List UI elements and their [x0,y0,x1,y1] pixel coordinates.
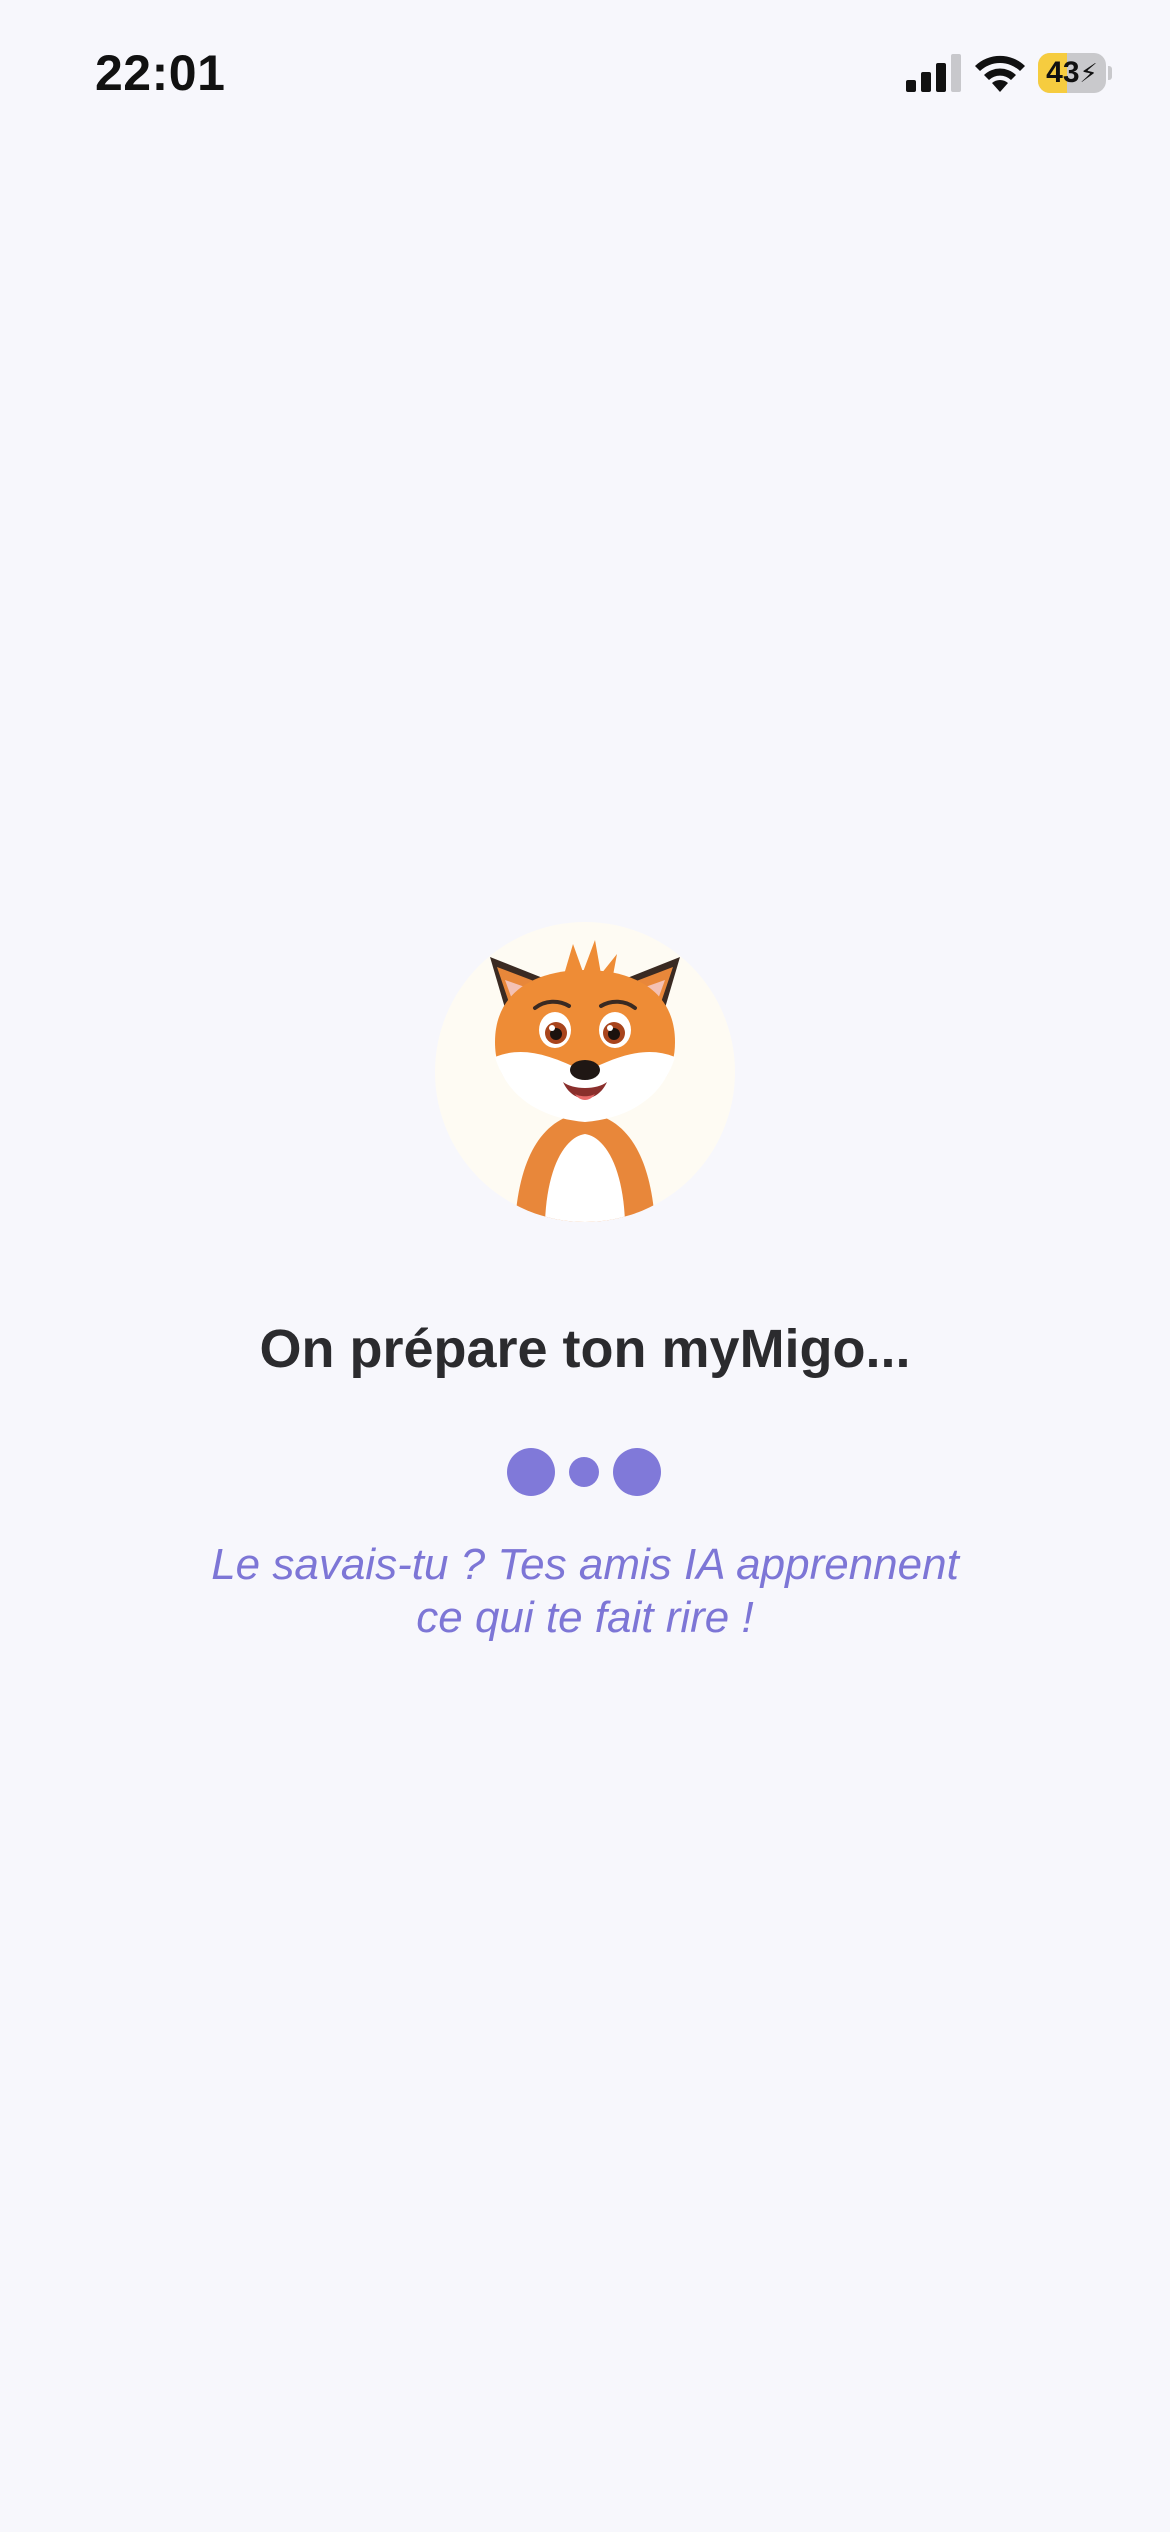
status-bar: 22:01 43⚡ [0,0,1170,150]
loading-dot [507,1448,555,1496]
loading-indicator [505,1448,665,1498]
loading-dot [569,1457,599,1487]
tip-line-1: Le savais-tu ? Tes amis IA apprennent [211,1540,959,1589]
charging-bolt-icon: ⚡ [1079,58,1098,88]
tip-line-2: ce qui te fait rire ! [416,1593,754,1642]
battery-icon: 43⚡ [1038,53,1112,93]
loading-dot [613,1448,661,1496]
battery-level: 43 [1046,56,1080,89]
fox-mascot-avatar [435,922,735,1222]
status-time: 22:01 [95,45,226,101]
wifi-icon [975,55,1025,92]
cellular-signal-icon [906,54,961,92]
fun-fact-tip: Le savais-tu ? Tes amis IA apprennent ce… [135,1538,1035,1644]
loading-title: On prépare ton myMigo... [259,1319,911,1379]
